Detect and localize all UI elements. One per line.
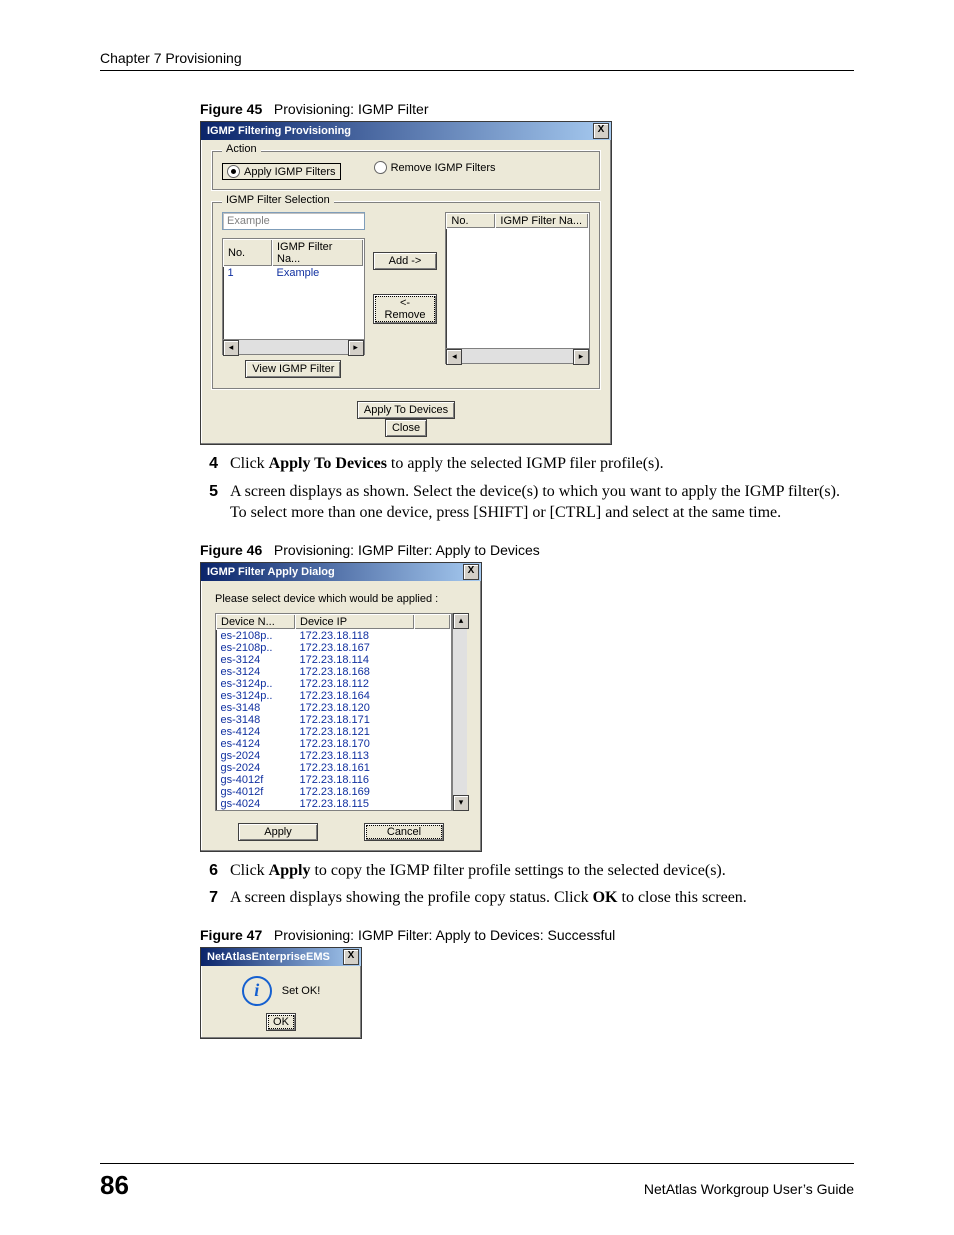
apply-dialog: IGMP Filter Apply Dialog X Please select… <box>200 562 482 852</box>
figure45-text: Provisioning: IGMP Filter <box>274 101 429 117</box>
dialog-titlebar[interactable]: IGMP Filter Apply Dialog X <box>201 563 481 581</box>
scroll-right-icon[interactable]: ▸ <box>348 340 364 356</box>
col-filter-name[interactable]: IGMP Filter Na... <box>273 240 364 267</box>
page-number: 86 <box>100 1170 129 1201</box>
close-icon[interactable]: X <box>593 123 609 139</box>
col-no-right[interactable]: No. <box>447 214 496 229</box>
dialog-title: IGMP Filter Apply Dialog <box>207 566 335 578</box>
scroll-up-icon[interactable]: ▴ <box>453 613 469 629</box>
scroll-left-icon[interactable]: ◂ <box>223 340 239 356</box>
add-button[interactable]: Add -> <box>373 252 438 270</box>
table-row[interactable]: es-2108p..172.23.18.118 <box>217 629 451 642</box>
apply-to-devices-button[interactable]: Apply To Devices <box>357 401 455 419</box>
radio-remove-igmp[interactable]: Remove IGMP Filters <box>374 161 496 174</box>
figure47-text: Provisioning: IGMP Filter: Apply to Devi… <box>274 927 615 943</box>
dialog-title: IGMP Filtering Provisioning <box>207 125 351 137</box>
radio-dot-icon <box>227 165 240 178</box>
close-button[interactable]: Close <box>385 419 427 437</box>
step-number: 7 <box>200 887 218 909</box>
apply-prompt: Please select device which would be appl… <box>215 593 467 605</box>
figure47-number: Figure 47 <box>200 927 262 943</box>
table-row[interactable]: gs-4012f172.23.18.116 <box>217 774 451 786</box>
table-row[interactable]: es-4124172.23.18.170 <box>217 738 451 750</box>
selection-legend: IGMP Filter Selection <box>222 194 334 206</box>
action-legend: Action <box>222 143 261 155</box>
step-text: Click Apply to copy the IGMP filter prof… <box>230 860 726 882</box>
example-input[interactable]: Example <box>222 212 365 230</box>
radio-apply-igmp[interactable]: Apply IGMP Filters <box>222 163 341 180</box>
igmp-filtering-dialog: IGMP Filtering Provisioning X Action App… <box>200 121 612 445</box>
running-header: Chapter 7 Provisioning <box>100 50 854 71</box>
dialog-titlebar[interactable]: IGMP Filtering Provisioning X <box>201 122 611 140</box>
figure47-caption: Figure 47 Provisioning: IGMP Filter: App… <box>200 927 854 943</box>
figure45-number: Figure 45 <box>200 101 262 117</box>
scroll-right-icon[interactable]: ▸ <box>573 349 589 365</box>
scroll-left-icon[interactable]: ◂ <box>446 349 462 365</box>
figure45-caption: Figure 45 Provisioning: IGMP Filter <box>200 101 854 117</box>
step-number: 5 <box>200 481 218 524</box>
table-row[interactable]: gs-4012f172.23.18.169 <box>217 786 451 798</box>
page-footer: 86 NetAtlas Workgroup User’s Guide <box>100 1163 854 1201</box>
list-row[interactable]: 1 Example <box>224 267 364 280</box>
table-row[interactable]: es-3148172.23.18.171 <box>217 714 451 726</box>
success-message: Set OK! <box>282 985 321 997</box>
step-text: A screen displays showing the profile co… <box>230 887 747 909</box>
success-dialog: NetAtlasEnterpriseEMS X i Set OK! OK <box>200 947 362 1039</box>
v-scrollbar[interactable]: ▴ ▾ <box>452 613 467 811</box>
scroll-down-icon[interactable]: ▾ <box>453 795 469 811</box>
table-row[interactable]: es-3148172.23.18.120 <box>217 702 451 714</box>
cancel-button[interactable]: Cancel <box>364 823 444 841</box>
radio-dot-icon <box>374 161 387 174</box>
radio-apply-label: Apply IGMP Filters <box>244 166 336 178</box>
h-scrollbar[interactable]: ◂ ▸ <box>223 339 364 354</box>
figure46-number: Figure 46 <box>200 542 262 558</box>
device-table[interactable]: Device N... Device IP es-2108p..172.23.1… <box>216 614 451 810</box>
h-scrollbar[interactable]: ◂ ▸ <box>446 348 589 363</box>
selection-group: IGMP Filter Selection Example No. IGMP F… <box>211 201 601 390</box>
table-row[interactable]: es-3124p..172.23.18.164 <box>217 690 451 702</box>
info-icon: i <box>242 976 272 1006</box>
col-no[interactable]: No. <box>224 240 273 267</box>
figure46-caption: Figure 46 Provisioning: IGMP Filter: App… <box>200 542 854 558</box>
apply-button[interactable]: Apply <box>238 823 318 841</box>
col-device-ip[interactable]: Device IP <box>296 614 415 629</box>
view-igmp-filter-button[interactable]: View IGMP Filter <box>245 360 341 378</box>
close-icon[interactable]: X <box>343 949 359 965</box>
action-group: Action Apply IGMP Filters Remove IGMP Fi… <box>211 150 601 191</box>
table-row[interactable]: gs-2024172.23.18.161 <box>217 762 451 774</box>
step-text: A screen displays as shown. Select the d… <box>230 481 854 524</box>
col-device-name[interactable]: Device N... <box>217 614 296 629</box>
remove-button[interactable]: <- Remove <box>373 294 438 324</box>
instruction-steps-6-7: 6 Click Apply to copy the IGMP filter pr… <box>200 860 854 909</box>
step-number: 4 <box>200 453 218 475</box>
dialog-title: NetAtlasEnterpriseEMS <box>207 951 330 963</box>
step-number: 6 <box>200 860 218 882</box>
guide-title: NetAtlas Workgroup User’s Guide <box>644 1181 854 1197</box>
radio-remove-label: Remove IGMP Filters <box>391 162 496 174</box>
table-row[interactable]: gs-2024172.23.18.113 <box>217 750 451 762</box>
table-row[interactable]: es-2108p..172.23.18.167 <box>217 642 451 654</box>
dialog-titlebar[interactable]: NetAtlasEnterpriseEMS X <box>201 948 361 966</box>
ok-button[interactable]: OK <box>266 1013 296 1031</box>
table-row[interactable]: es-3124172.23.18.168 <box>217 666 451 678</box>
close-icon[interactable]: X <box>463 564 479 580</box>
instruction-steps-4-5: 4 Click Apply To Devices to apply the se… <box>200 453 854 524</box>
table-row[interactable]: es-3124p..172.23.18.112 <box>217 678 451 690</box>
table-row[interactable]: es-4124172.23.18.121 <box>217 726 451 738</box>
table-row[interactable]: gs-4024172.23.18.115 <box>217 798 451 810</box>
col-filter-name-right[interactable]: IGMP Filter Na... <box>496 214 589 229</box>
figure46-text: Provisioning: IGMP Filter: Apply to Devi… <box>274 542 540 558</box>
step-text: Click Apply To Devices to apply the sele… <box>230 453 664 475</box>
table-row[interactable]: es-3124172.23.18.114 <box>217 654 451 666</box>
